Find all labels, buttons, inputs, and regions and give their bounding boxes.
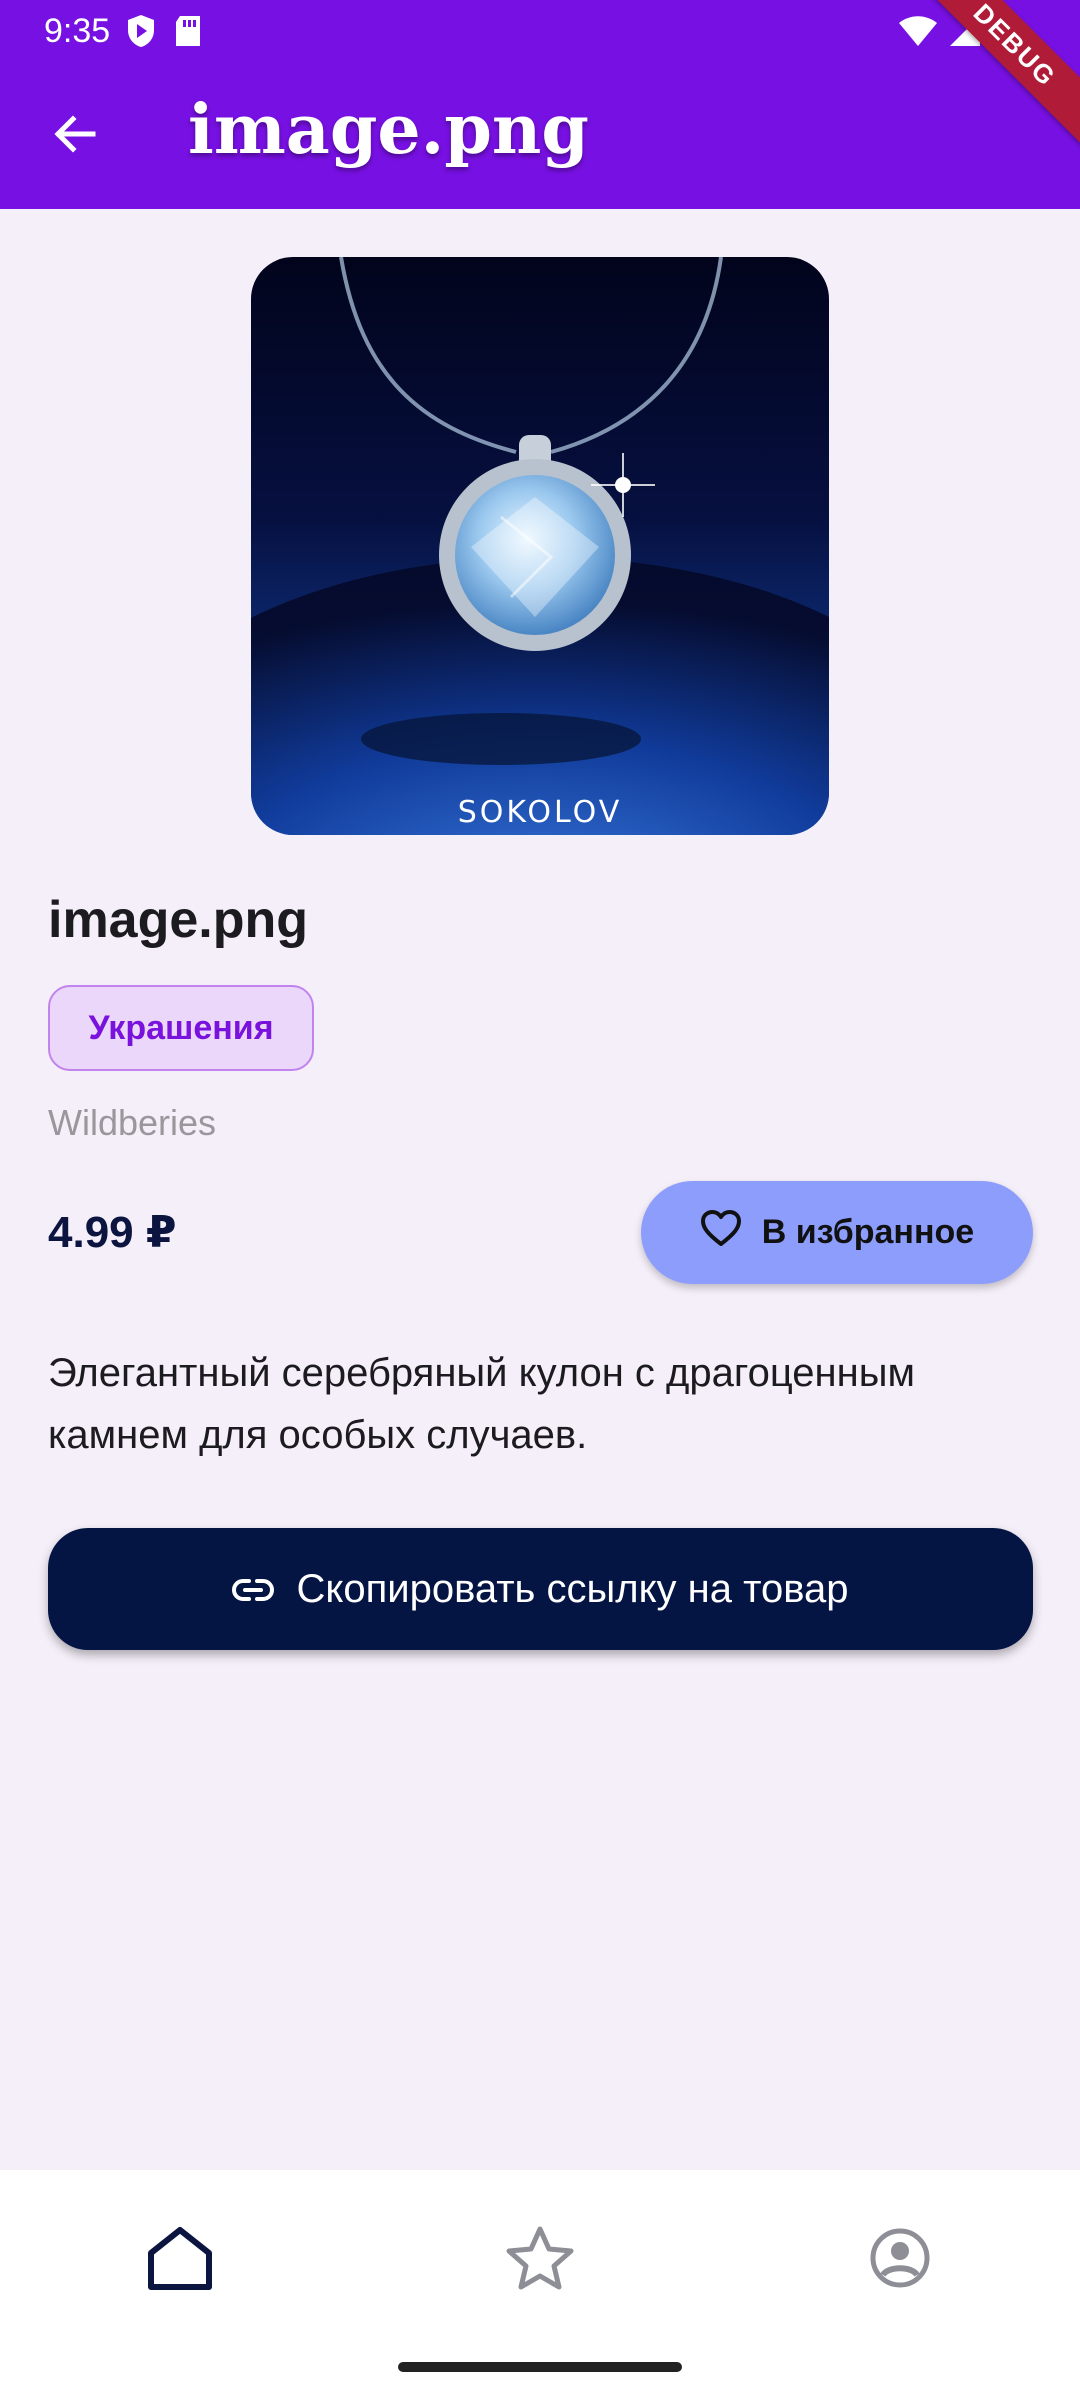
product-description: Элегантный серебряный кулон с драгоценны… [48, 1351, 915, 1457]
nav-home[interactable] [100, 2210, 260, 2310]
home-icon [145, 2225, 215, 2296]
favorite-button-label: В избранное [761, 1213, 975, 1251]
image-brand-text: SOKOLOV [457, 795, 623, 830]
copy-link-label: Скопировать ссылку на товар [296, 1566, 849, 1611]
sd-card-icon [174, 14, 202, 53]
add-to-favorites-button[interactable]: В избранное [641, 1181, 1033, 1284]
product-image: SOKOLOV [251, 257, 829, 835]
product-price: 4.99 ₽ [48, 1208, 177, 1257]
link-icon [232, 1567, 275, 1612]
status-bar: 9:35 [0, 0, 1080, 62]
play-protect-icon [126, 14, 156, 53]
heart-outline-icon [700, 1209, 742, 1256]
status-time: 9:35 [44, 12, 111, 50]
category-chip[interactable]: Украшения [48, 985, 314, 1071]
nav-profile[interactable] [820, 2210, 980, 2310]
page-title: image.png [188, 90, 589, 170]
app-bar: image.png [0, 62, 1080, 209]
wifi-icon [898, 14, 938, 53]
account-circle-icon [869, 2227, 931, 2294]
status-left-icons [126, 14, 202, 53]
copy-link-button[interactable]: Скопировать ссылку на товар [48, 1528, 1033, 1650]
nav-favorites[interactable] [460, 2210, 620, 2310]
back-button[interactable] [40, 102, 108, 170]
star-outline-icon [505, 2225, 575, 2296]
arrow-left-icon [51, 111, 97, 162]
seller-name: Wildberies [48, 1102, 217, 1143]
product-title: image.png [48, 891, 309, 949]
gesture-handle[interactable] [398, 2362, 682, 2372]
